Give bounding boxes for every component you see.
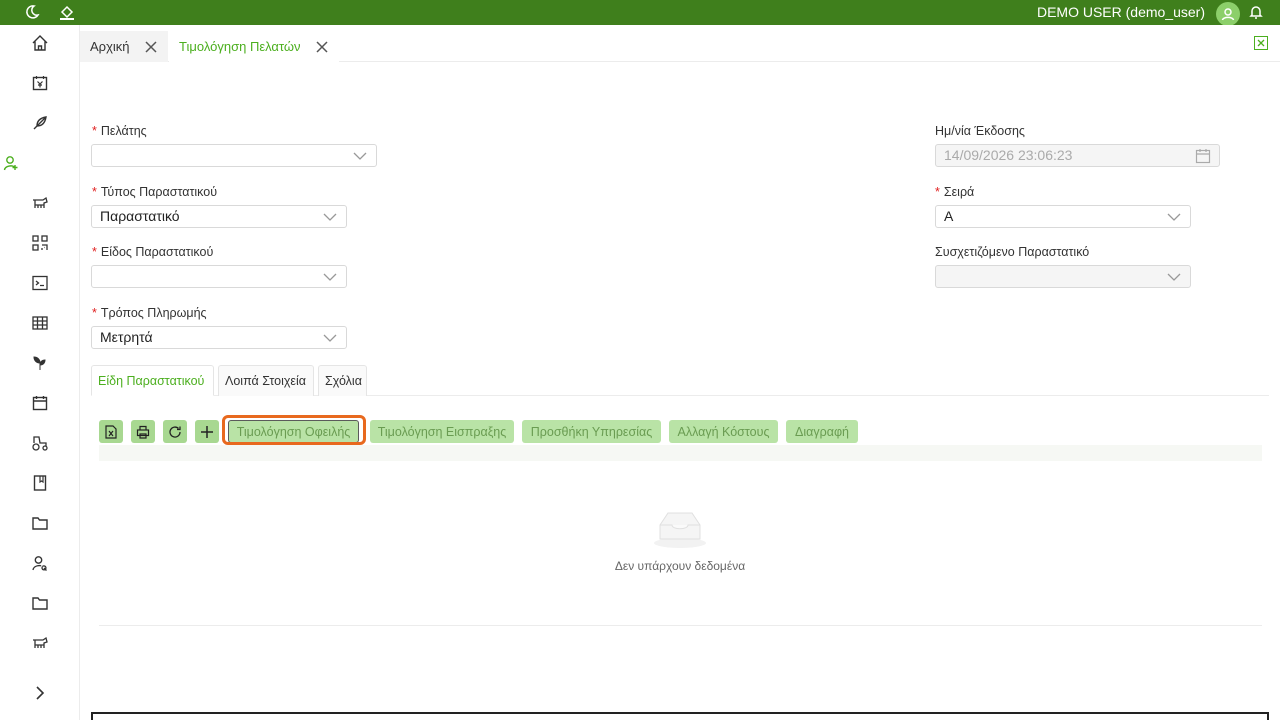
chevron-down-icon — [323, 213, 337, 221]
sidebar-qrcode-icon[interactable] — [29, 232, 51, 254]
sidebar-expand-icon[interactable] — [29, 682, 51, 704]
sidebar-folder-icon-2[interactable] — [29, 592, 51, 614]
chevron-down-icon — [323, 334, 337, 342]
top-bar: DEMO USER (demo_user) — [0, 0, 1280, 26]
bell-icon[interactable] — [1247, 3, 1265, 21]
series-select[interactable]: A — [935, 205, 1191, 228]
sidebar-user-search-icon[interactable] — [29, 552, 51, 574]
refresh-icon — [169, 425, 181, 438]
series-label: * Σειρά — [935, 185, 975, 199]
sidebar — [0, 25, 80, 720]
detail-tab-bar: Είδη Παραστατικού Λοιπά Στοιχεία Σχόλια — [91, 363, 1269, 396]
sidebar-calendar-yen-icon[interactable] — [29, 72, 51, 94]
tab-document-items[interactable]: Είδη Παραστατικού — [91, 365, 214, 396]
sidebar-tractor-icon[interactable] — [29, 432, 51, 454]
sidebar-sprout-icon[interactable] — [29, 352, 51, 374]
related-doc-label: Συσχετιζόμενο Παραστατικό — [935, 245, 1090, 259]
page-tab-bar: Αρχική Τιμολόγηση Πελατών — [80, 25, 1280, 62]
plus-icon — [201, 425, 213, 438]
grid-header — [99, 445, 1262, 461]
avatar[interactable] — [1216, 2, 1240, 26]
print-icon — [136, 425, 150, 439]
sidebar-cow-icon[interactable] — [29, 192, 51, 214]
tab-comments[interactable]: Σχόλια — [318, 365, 367, 396]
moon-icon[interactable] — [23, 3, 41, 21]
doc-type-label: * Τύπος Παραστατικού — [92, 185, 218, 199]
chevron-down-icon — [1167, 273, 1181, 281]
grid-divider — [99, 625, 1262, 626]
doc-kind-select[interactable] — [91, 265, 347, 288]
chevron-down-icon — [353, 152, 367, 160]
issue-date-label: Ημ/νία Έκδοσης — [935, 124, 1025, 138]
sidebar-home-icon[interactable] — [29, 32, 51, 54]
sidebar-terminal-icon[interactable] — [29, 272, 51, 294]
sidebar-customers-icon[interactable] — [0, 152, 22, 174]
payment-select[interactable]: Μετρητά — [91, 326, 347, 349]
issue-date-field[interactable]: 14/09/2026 23:06:23 — [935, 144, 1220, 167]
payment-label: * Τρόπος Πληρωμής — [92, 306, 207, 320]
refresh-button[interactable] — [163, 420, 187, 443]
close-all-tabs-icon[interactable] — [1254, 36, 1268, 50]
delete-button[interactable]: Διαγραφή — [786, 420, 858, 443]
doc-type-select[interactable]: Παραστατικό — [91, 205, 347, 228]
empty-inbox-icon — [654, 512, 706, 548]
export-excel-button[interactable] — [99, 420, 123, 443]
sidebar-calendar-icon[interactable] — [29, 392, 51, 414]
sidebar-table-icon[interactable] — [29, 312, 51, 334]
tab-other-info[interactable]: Λοιπά Στοιχεία — [218, 365, 314, 396]
chevron-down-icon — [323, 273, 337, 281]
close-icon[interactable] — [144, 40, 158, 54]
print-button[interactable] — [131, 420, 155, 443]
highlight-box — [222, 415, 366, 445]
close-icon[interactable] — [315, 40, 329, 54]
customer-select[interactable] — [91, 144, 377, 167]
chevron-down-icon — [1167, 213, 1181, 221]
calendar-icon — [1195, 149, 1211, 164]
paint-bucket-icon[interactable] — [58, 3, 76, 21]
sidebar-cow-icon-2[interactable] — [29, 632, 51, 654]
excel-icon — [105, 424, 117, 439]
tab-customer-invoicing[interactable]: Τιμολόγηση Πελατών — [169, 31, 339, 62]
user-name[interactable]: DEMO USER (demo_user) — [1037, 4, 1205, 21]
add-service-button[interactable]: Προσθήκη Υπηρεσίας — [522, 420, 661, 443]
tab-customer-invoicing-label: Τιμολόγηση Πελατών — [179, 39, 301, 54]
invoice-receipt-button[interactable]: Τιμολόγηση Εισπραξης — [370, 420, 514, 443]
empty-state-text: Δεν υπάρχουν δεδομένα — [614, 559, 746, 573]
change-cost-button[interactable]: Αλλαγή Κόστους — [669, 420, 778, 443]
customer-label: * Πελάτης — [92, 124, 147, 138]
tab-home[interactable]: Αρχική — [80, 31, 168, 62]
doc-kind-label: * Είδος Παραστατικού — [92, 245, 214, 259]
sidebar-folder-icon[interactable] — [29, 512, 51, 534]
sidebar-feather-icon[interactable] — [29, 112, 51, 134]
related-doc-select[interactable] — [935, 265, 1191, 288]
tab-home-label: Αρχική — [90, 39, 130, 54]
add-button[interactable] — [195, 420, 219, 443]
bottom-panel-edge — [91, 712, 1269, 720]
sidebar-book-icon[interactable] — [29, 472, 51, 494]
